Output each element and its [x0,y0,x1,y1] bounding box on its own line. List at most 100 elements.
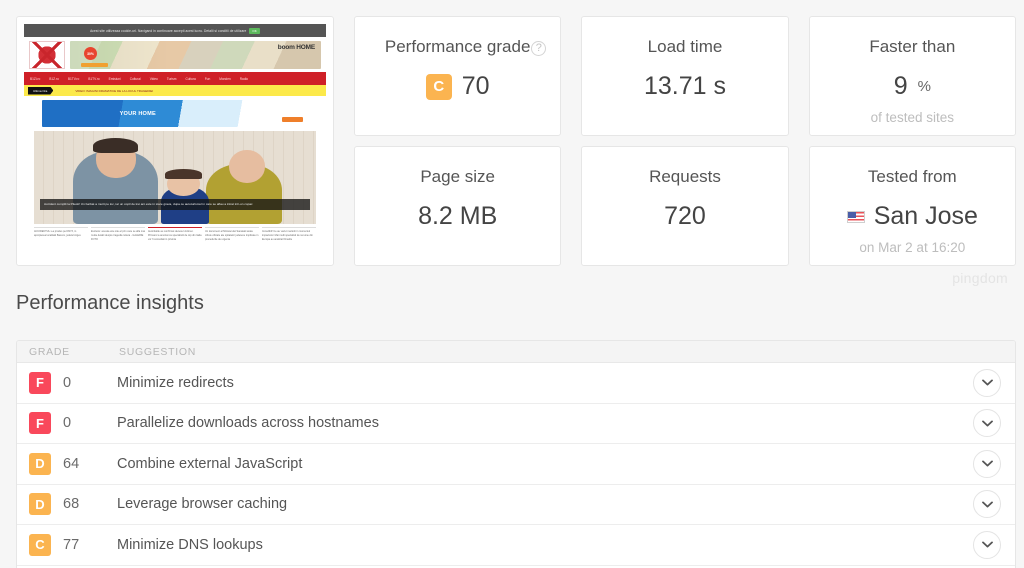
grade-badge: F [29,371,51,394]
article-teaser: Exclusiv: acesta este site-ul prin care … [91,227,145,241]
suggestion-text: Parallelize downloads across hostnames [117,415,379,432]
page-size-card: Page size 8.2 MB [354,146,562,266]
hero-figure-child-hair [165,169,202,180]
nav-item: B1Z.ro [49,76,59,81]
site-nav: B1Zi.ro B1Z.ro B1TV.ro B1TV.ro Emisiuni … [24,72,326,85]
card-title: Page size [420,167,495,186]
suggestion-text: Leverage browser caching [117,496,288,513]
suggestion-text: Combine external JavaScript [117,455,303,472]
nav-item: Emisiuni [108,76,121,81]
grade-badge: D [29,493,51,516]
pingdom-speed-test-report: Acest site utilizeaza cookie-uri. Naviga… [0,0,1024,568]
card-title: Performance grade [384,37,531,56]
column-header-grade: GRADE [29,345,70,358]
nav-item: B1Zi.ro [30,76,41,81]
card-value: C 70 [425,72,490,101]
card-value: 720 [664,202,706,231]
site-hero-image: Accident cumplit la Pitesti! Un barbat a… [34,131,316,224]
article-teaser: Un document al Ministerului Sanatatii ar… [205,227,259,241]
card-value: 9 % [894,72,931,101]
site-secondary-ad [42,100,308,127]
chevron-down-icon[interactable] [973,409,1001,438]
website-thumbnail-image: Acest site utilizeaza cookie-uri. Naviga… [24,24,326,258]
chevron-down-icon[interactable] [973,368,1001,397]
card-value: 8.2 MB [418,202,498,231]
discount-badge: 30% [84,47,97,60]
nav-item: Fun [204,76,211,81]
percentile-value: 9 [893,72,908,101]
faster-than-card: Faster than 9 % of tested sites [808,16,1016,136]
card-subtitle: on Mar 2 at 16:20 [859,240,966,256]
grade-score: 68 [63,496,80,513]
site-header: 30% [24,37,326,72]
card-subtitle: of tested sites [870,110,954,126]
card-title: Load time [647,37,723,56]
card-value: San Jose [846,202,978,231]
hero-figure-woman-head [228,149,266,184]
grade-badge: F [29,412,51,435]
table-row[interactable]: F 0 Minimize redirects [17,363,1015,404]
table-row[interactable]: D 68 Leverage browser caching [17,485,1015,525]
ad-action-button [282,117,303,122]
card-title: Tested from [867,167,957,186]
requests-card: Requests 720 [581,146,789,266]
table-row[interactable]: D 64 Combine external JavaScript [17,444,1015,485]
load-time-card: Load time 13.71 s [581,16,789,136]
summary-section: Acest site utilizeaza cookie-uri. Naviga… [16,16,1016,266]
pingdom-watermark: pingdom [952,270,1008,286]
mini-website-preview: Acest site utilizeaza cookie-uri. Naviga… [24,24,326,258]
chevron-down-icon[interactable] [973,490,1001,519]
grade-score: 0 [63,415,72,432]
grade-badge: D [29,452,51,475]
banner-cta-button [81,63,108,67]
us-flag-icon [846,210,865,223]
test-location: San Jose [873,202,978,231]
ticker-headline: VIDEO: IMAGINI DRAMATICE DE LA LOCUL TRA… [75,88,154,93]
article-teaser: Incredibil! Ce au vazut martorii in mome… [262,227,316,241]
nav-item: Monden [219,76,231,81]
grade-score: 70 [461,72,490,101]
column-header-suggestion: SUGGESTION [119,345,197,358]
suggestion-text: Minimize redirects [117,374,234,391]
tested-from-card: Tested from San Jose on Mar 2 at 16:20 [808,146,1016,266]
table-row[interactable]: C 77 Minimize DNS lookups [17,525,1015,566]
nav-item: Cultural [129,76,141,81]
performance-grade-card: Performance grade ? C 70 [354,16,562,136]
nav-item: Radio [239,76,249,81]
percent-unit: % [917,78,931,96]
article-teaser: ACCIDENTUL s-a produs pe DN73, in apropi… [34,227,88,241]
grade-score: 77 [63,536,80,553]
site-news-ticker: Ultima Ora VIDEO: IMAGINI DRAMATICE DE L… [24,85,326,96]
grade-badge: C [425,73,452,100]
nav-item: B1TV.ro [67,76,80,81]
table-row[interactable]: F 0 Parallelize downloads across hostnam… [17,404,1015,444]
nav-item: Cultura [185,76,196,81]
grade-score: 64 [63,455,80,472]
cookie-ok-button: OK [249,27,260,34]
card-title: Faster than [869,37,956,56]
nav-item: Turism [166,76,177,81]
card-title: Requests [649,167,721,186]
question-circle-icon[interactable]: ? [531,41,547,56]
nav-item: B1TV.ro [88,76,100,81]
grade-badge: C [29,533,51,556]
suggestion-text: Minimize DNS lookups [117,536,263,553]
cookie-consent-text: Acest site utilizeaza cookie-uri. Naviga… [90,28,247,33]
stat-cards-grid: Performance grade ? C 70 Load time 13.71… [354,16,1016,266]
chevron-down-icon[interactable] [973,449,1001,478]
cookie-consent-bar: Acest site utilizeaza cookie-uri. Naviga… [24,24,326,37]
grade-score: 0 [63,374,72,391]
website-thumbnail-card[interactable]: Acest site utilizeaza cookie-uri. Naviga… [16,16,334,266]
site-banner-ad: 30% [70,41,321,69]
article-teaser: Autoritatile au confirmat decesul victim… [148,227,202,241]
card-value: 13.71 s [643,72,726,101]
nav-item: Video [149,76,158,81]
hero-figure-man-hair [93,137,139,154]
site-logo [29,41,65,69]
hero-caption: Accident cumplit la Pitesti! Un barbat a… [40,199,310,210]
performance-insights-table: GRADE SUGGESTION F 0 Minimize redirects … [16,340,1016,568]
page-title: Performance insights [16,292,204,314]
site-article-columns: ACCIDENTUL s-a produs pe DN73, in apropi… [34,227,316,241]
chevron-down-icon[interactable] [973,530,1001,559]
ticker-tag: Ultima Ora [28,86,54,95]
